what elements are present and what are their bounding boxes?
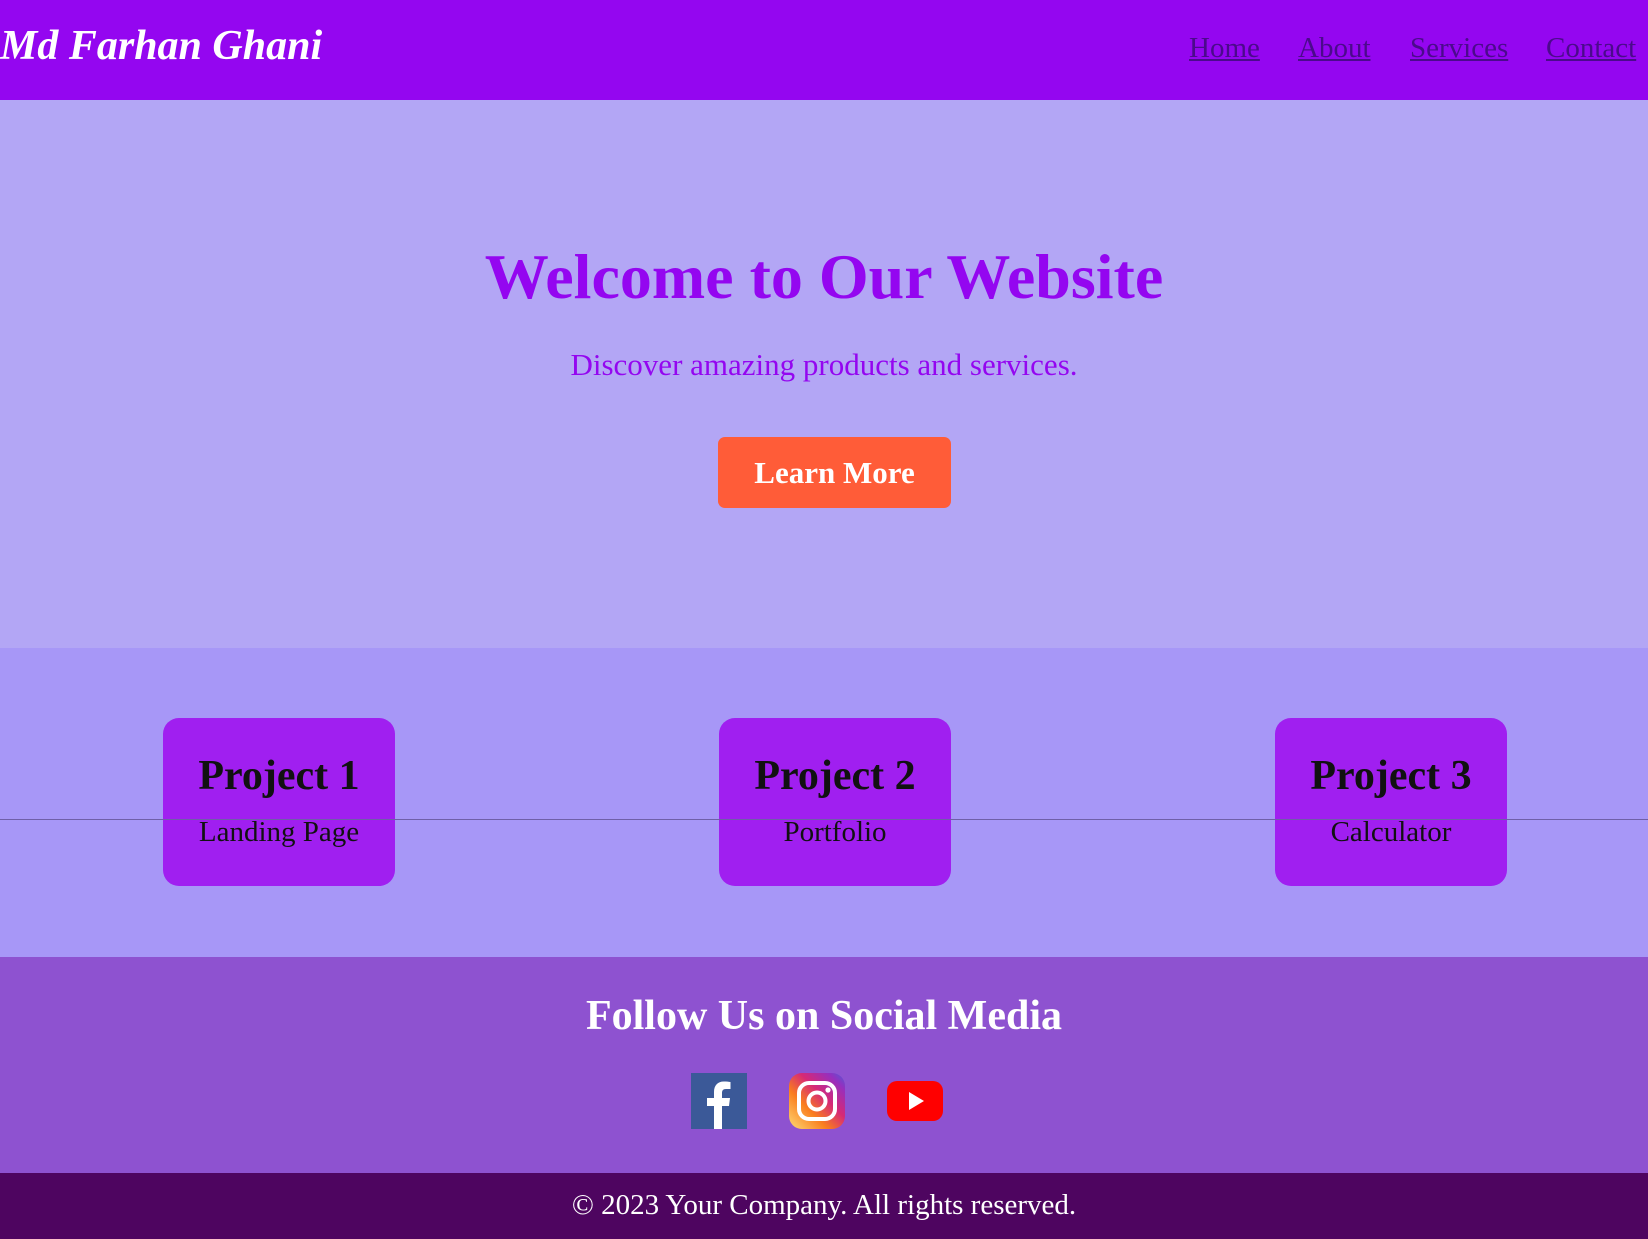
site-header: Md Farhan Ghani Home About Services Cont… bbox=[0, 0, 1648, 100]
youtube-icon[interactable] bbox=[887, 1073, 943, 1129]
project-card-title: Project 2 bbox=[754, 753, 916, 799]
nav-link-services[interactable]: Services bbox=[1410, 32, 1508, 65]
divider-line bbox=[0, 819, 1648, 820]
nav-link-home[interactable]: Home bbox=[1189, 32, 1260, 65]
project-card-subtitle: Landing Page bbox=[198, 816, 360, 848]
project-card-title: Project 1 bbox=[198, 753, 360, 799]
project-card-3[interactable]: Project 3 Calculator bbox=[1275, 718, 1507, 886]
project-card-2[interactable]: Project 2 Portfolio bbox=[719, 718, 951, 886]
instagram-icon[interactable] bbox=[789, 1073, 845, 1129]
nav-link-contact[interactable]: Contact bbox=[1546, 32, 1636, 65]
social-title: Follow Us on Social Media bbox=[585, 993, 1062, 1039]
project-card-subtitle: Portfolio bbox=[783, 816, 887, 848]
hero-title: Welcome to Our Website bbox=[484, 241, 1164, 312]
social-section: Follow Us on Social Media bbox=[0, 957, 1648, 1173]
facebook-icon[interactable] bbox=[691, 1073, 747, 1129]
nav-link-about[interactable]: About bbox=[1298, 32, 1371, 65]
learn-more-button[interactable]: Learn More bbox=[718, 437, 951, 508]
project-card-subtitle: Calculator bbox=[1330, 816, 1452, 848]
project-card-title: Project 3 bbox=[1310, 753, 1472, 799]
hero-section: Welcome to Our Website Discover amazing … bbox=[0, 100, 1648, 648]
site-footer: © 2023 Your Company. All rights reserved… bbox=[0, 1173, 1648, 1239]
brand-name: Md Farhan Ghani bbox=[0, 23, 323, 69]
copyright-text: © 2023 Your Company. All rights reserved… bbox=[571, 1189, 1077, 1221]
hero-subtitle: Discover amazing products and services. bbox=[570, 347, 1078, 382]
projects-section: Project 1 Landing Page Project 2 Portfol… bbox=[0, 648, 1648, 957]
project-card-1[interactable]: Project 1 Landing Page bbox=[163, 718, 395, 886]
